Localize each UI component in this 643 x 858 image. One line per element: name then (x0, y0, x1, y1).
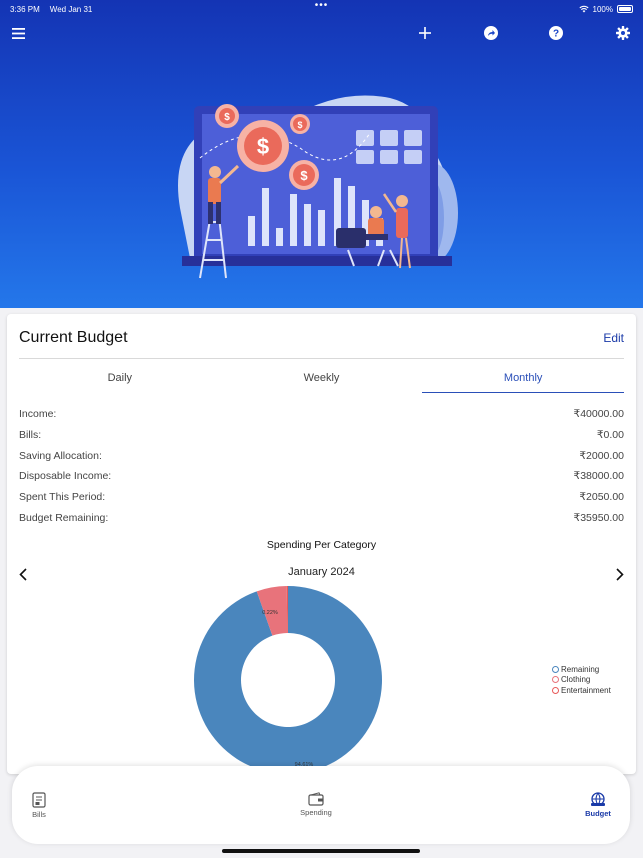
tab-budget[interactable]: Budget (568, 792, 628, 818)
legend-ring-icon (552, 686, 559, 694)
legend-label: Remaining (561, 664, 600, 674)
svg-text:$: $ (224, 112, 230, 123)
menu-icon[interactable] (7, 22, 29, 44)
row-value: ₹2000.00 (579, 449, 624, 462)
status-bar: 3:36 PM Wed Jan 31 ••• 100% (10, 0, 633, 15)
budget-globe-icon (591, 792, 605, 806)
legend-item-clothing[interactable]: Clothing (552, 675, 611, 686)
row-income: Income: ₹40000.00 (19, 404, 624, 425)
header-banner: 3:36 PM Wed Jan 31 ••• 100% ? $ $ $ $ (0, 0, 643, 308)
wallet-icon (308, 792, 324, 806)
legend-ring-icon (552, 676, 559, 684)
battery-icon (617, 5, 633, 13)
row-label: Bills: (19, 429, 42, 442)
top-nav: ? (0, 22, 643, 44)
period-tabs: Daily Weekly Monthly (19, 366, 624, 394)
tab-label: Bills (32, 810, 46, 819)
svg-text:$: $ (297, 120, 302, 130)
row-label: Spent This Period: (19, 491, 106, 504)
gear-icon[interactable] (612, 22, 634, 44)
bills-icon (32, 792, 46, 808)
chart-title: Spending Per Category (266, 539, 377, 551)
row-saving-allocation: Saving Allocation: ₹2000.00 (19, 445, 624, 466)
row-label: Disposable Income: (19, 470, 112, 483)
tab-label: Budget (585, 809, 611, 818)
chevron-right-icon[interactable] (610, 564, 630, 584)
status-time: 3:36 PM (10, 4, 40, 14)
divider (19, 358, 624, 359)
row-value: ₹2050.00 (579, 491, 624, 504)
budget-summary: Income: ₹40000.00 Bills: ₹0.00 Saving Al… (19, 404, 624, 528)
wifi-icon (578, 5, 589, 13)
bottom-tab-bar: Bills Spending Budget (12, 766, 630, 844)
row-disposable-income: Disposable Income: ₹38000.00 (19, 466, 624, 487)
svg-text:$: $ (300, 168, 308, 183)
help-icon[interactable]: ? (545, 22, 567, 44)
legend-label: Entertainment (561, 685, 611, 695)
legend-ring-icon (552, 665, 559, 673)
row-label: Income: (19, 408, 57, 421)
row-label: Budget Remaining: (19, 511, 109, 524)
row-value: ₹40000.00 (573, 408, 624, 421)
share-arrow-icon[interactable] (480, 22, 502, 44)
tab-weekly[interactable]: Weekly (221, 366, 423, 394)
row-label: Saving Allocation: (19, 449, 102, 462)
legend-item-entertainment[interactable]: Entertainment (552, 685, 611, 696)
row-value: ₹0.00 (596, 429, 624, 442)
row-bills: Bills: ₹0.00 (19, 425, 624, 446)
month-navigator: January 2024 (7, 564, 636, 584)
edit-button[interactable]: Edit (603, 331, 624, 345)
legend-label: Clothing (561, 675, 591, 685)
plus-icon[interactable] (414, 22, 436, 44)
chart-legend: Remaining Clothing Entertainment (552, 664, 611, 696)
tab-label: Spending (300, 808, 332, 817)
row-value: ₹35950.00 (573, 511, 624, 524)
svg-text:?: ? (553, 29, 559, 40)
tab-bills[interactable]: Bills (9, 792, 69, 819)
current-budget-card: Current Budget Edit Daily Weekly Monthly… (7, 314, 636, 774)
tab-spending[interactable]: Spending (286, 792, 346, 817)
row-budget-remaining: Budget Remaining: ₹35950.00 (19, 507, 624, 528)
battery-percent: 100% (592, 4, 613, 14)
tab-daily[interactable]: Daily (19, 366, 221, 394)
month-label: January 2024 (288, 566, 355, 578)
spending-donut-chart: 0.22%94.61% (194, 586, 382, 774)
row-value: ₹38000.00 (573, 470, 624, 483)
multitask-dots-icon[interactable]: ••• (315, 0, 329, 11)
tab-monthly[interactable]: Monthly (422, 366, 624, 394)
status-date: Wed Jan 31 (49, 4, 93, 14)
svg-text:$: $ (257, 134, 269, 159)
budget-title: Current Budget (19, 329, 128, 346)
row-spent-this-period: Spent This Period: ₹2050.00 (19, 487, 624, 508)
slice-label-clothing: 0.22% (262, 610, 278, 616)
finance-illustration: $ $ $ $ (178, 95, 458, 279)
home-indicator[interactable] (222, 849, 420, 853)
legend-item-remaining[interactable]: Remaining (552, 664, 611, 675)
